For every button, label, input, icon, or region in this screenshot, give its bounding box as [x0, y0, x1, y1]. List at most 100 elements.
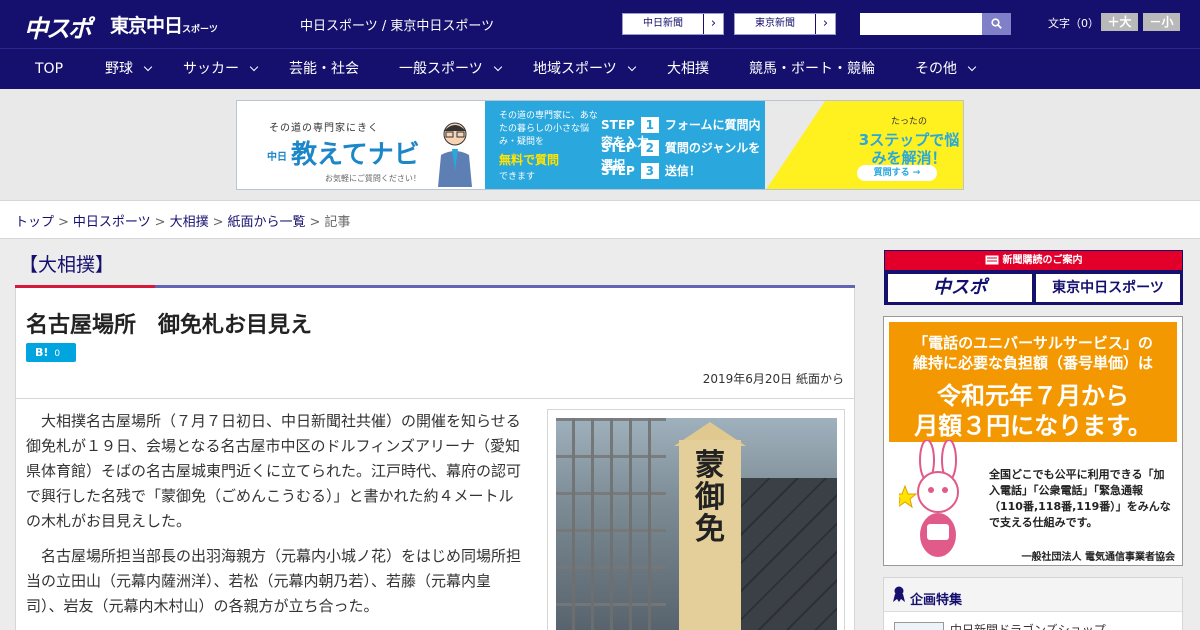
subscription-header: 新聞購読のご案内: [885, 251, 1182, 270]
chevron-down-icon: [627, 62, 636, 72]
banner-middle-panel: その道の専門家に、あなたの暮らしの小さな悩み・疑問を 無料で質問できます STE…: [485, 101, 765, 189]
search-input[interactable]: [860, 13, 982, 35]
search-button[interactable]: [982, 13, 1011, 35]
ad-inner: 「電話のユニバーサルサービス」の 維持に必要な負担額（番号単価）は 令和元年７月…: [889, 322, 1177, 563]
banner-left-panel: その道の専門家にきく 中日 教えてナビ お気軽にご質問ください！: [237, 101, 485, 189]
hatena-count: 0: [54, 349, 61, 359]
photo-scaffold: [556, 418, 666, 630]
ribbon-icon: [893, 586, 905, 602]
banner-three-text: 3ステップで悩みを解消！: [858, 131, 960, 167]
banner-ask-button[interactable]: 質問する →: [857, 165, 937, 181]
chunichi-link-label: 中日新聞: [643, 18, 683, 29]
article-photo-frame: 蒙御免: [547, 409, 845, 630]
article-title: 名古屋場所 御免札お目見え: [26, 313, 313, 338]
step-text: 送信！: [664, 164, 701, 178]
subscription-header-label: 新聞購読のご案内: [1002, 255, 1083, 266]
hatena-icon: B!: [35, 346, 49, 359]
oshiete-navi-banner[interactable]: その道の専門家にきく 中日 教えてナビ お気軽にご質問ください！ その道の専門家に…: [236, 100, 964, 190]
banner-description: その道の専門家に、あなたの暮らしの小さな悩み・疑問を: [499, 111, 598, 147]
font-smaller-button[interactable]: －小: [1143, 13, 1180, 31]
chevron-down-icon: [493, 62, 502, 72]
nav-item-general-sports[interactable]: 一般スポーツ: [399, 49, 502, 90]
banner-free-suffix: できます: [499, 172, 536, 182]
article-body: 大相撲名古屋場所（７月７日初日、中日新聞社共催）の開催を知らせる御免札が１９日、…: [15, 398, 855, 630]
breadcrumb-top[interactable]: トップ: [15, 215, 54, 230]
nav-label: 競馬・ボート・競輪: [749, 61, 875, 77]
nav-item-local-sports[interactable]: 地域スポーツ: [533, 49, 636, 90]
banner-brand-prefix: 中日: [267, 152, 287, 163]
banner-brand-name: 教えてナビ: [291, 140, 420, 170]
subscribe-tokyo-button[interactable]: 東京中日スポーツ: [1036, 274, 1180, 302]
breadcrumb: トップ > 中日スポーツ > 大相撲 > 紙面から一覧 > 記事: [0, 200, 1200, 239]
nav-item-racing[interactable]: 競馬・ボート・競輪: [749, 49, 875, 90]
newspaper-icon: [985, 255, 998, 265]
article-header: 名古屋場所 御免札お目見え B! 0 2019年6月20日 紙面から: [15, 288, 855, 399]
nav-label: 芸能・社会: [289, 61, 359, 77]
subscription-box: 新聞購読のご案内 中スポ 東京中日スポーツ: [884, 250, 1183, 305]
banner-zone: その道の専門家にきく 中日 教えてナビ お気軽にご質問ください！ その道の専門家に…: [0, 89, 1200, 200]
nav-item-soccer[interactable]: サッカー: [183, 49, 259, 90]
rabbit-mascot-icon: [899, 440, 959, 557]
step-number: 2: [640, 140, 659, 156]
ad-headline-panel: 「電話のユニバーサルサービス」の 維持に必要な負担額（番号単価）は 令和元年７月…: [889, 322, 1177, 442]
banner-free-label: 無料で質問: [499, 153, 560, 167]
banner-tagline: その道の専門家にきく: [269, 123, 379, 134]
feature-title: 企画特集: [910, 593, 963, 608]
banner-brand: 中日 教えてナビ: [267, 134, 420, 171]
breadcrumb-sep: >: [154, 215, 166, 230]
tokyo-shimbun-link[interactable]: 東京新聞 ›: [734, 13, 836, 35]
ad-description: 全国どこでも公平に利用できる「加入電話」「公衆電話」「緊急通報（110番,118…: [989, 468, 1171, 529]
chunichi-shimbun-link[interactable]: 中日新聞 ›: [622, 13, 724, 35]
universal-service-ad[interactable]: 「電話のユニバーサルサービス」の 維持に必要な負担額（番号単価）は 令和元年７月…: [883, 316, 1183, 566]
nav-label: 大相撲: [667, 61, 709, 77]
font-larger-button[interactable]: ＋大: [1101, 13, 1138, 31]
feature-box: 企画特集 中日新聞ドラゴンズショップ: [883, 577, 1183, 630]
nav-item-baseball[interactable]: 野球: [105, 49, 153, 90]
font-size-label: 文字（0）: [1048, 17, 1099, 30]
article-paragraph: 大相撲名古屋場所（７月７日初日、中日新聞社共催）の開催を知らせる御免札が１９日、…: [26, 412, 522, 530]
ad-line-2: 維持に必要な負担額（番号単価）は: [912, 354, 1153, 372]
nav-item-top[interactable]: TOP: [35, 49, 63, 90]
feature-item-link[interactable]: 中日新聞ドラゴンズショップ: [950, 621, 1106, 630]
nav-label: 野球: [105, 61, 133, 77]
breadcrumb-sep: >: [58, 215, 69, 230]
step-label: STEP: [601, 164, 635, 178]
breadcrumb-current: 記事: [324, 215, 351, 230]
businessman-icon: [438, 122, 472, 187]
subscribe-chuspo-button[interactable]: 中スポ: [888, 274, 1032, 302]
tokyo-chunichi-logo[interactable]: 東京中日スポーツ: [110, 11, 218, 38]
tokyo-logo-text: 東京中日: [110, 15, 183, 37]
nav-item-entertainment[interactable]: 芸能・社会: [289, 49, 359, 90]
ad-line-1: 「電話のユニバーサルサービス」の: [913, 334, 1153, 352]
tokyo-logo-suffix: スポーツ: [182, 25, 218, 35]
nav-item-other[interactable]: その他: [915, 49, 977, 90]
breadcrumb-chunichi-sports[interactable]: 中日スポーツ: [73, 215, 151, 230]
step-number: 1: [640, 117, 659, 133]
nav-label: 一般スポーツ: [399, 61, 483, 77]
tokyo-link-label: 東京新聞: [755, 18, 795, 29]
banner-three-steps: たったの 3ステップで悩みを解消！: [857, 113, 961, 167]
feature-thumbnail[interactable]: [894, 622, 944, 630]
article-photo[interactable]: 蒙御免: [556, 418, 837, 630]
ad-line-4: 月額３円になります。: [914, 412, 1152, 440]
nav-label: サッカー: [183, 61, 239, 77]
article-paragraph: 名古屋場所担当部長の出羽海親方（元幕内小城ノ花）をはじめ同場所担当の立田山（元幕…: [26, 547, 522, 615]
nav-label: 地域スポーツ: [533, 61, 617, 77]
nav-label: その他: [915, 61, 957, 77]
top-header: 中スポ 東京中日スポーツ 中日スポーツ / 東京中日スポーツ 中日新聞 › 東京…: [0, 0, 1200, 48]
step-label: STEP: [601, 118, 635, 132]
chevron-down-icon: [967, 62, 977, 72]
breadcrumb-sumo[interactable]: 大相撲: [170, 215, 209, 230]
breadcrumb-paper-list[interactable]: 紙面から一覧: [228, 215, 306, 230]
category-title: 【大相撲】: [19, 254, 115, 276]
main-content: 【大相撲】 名古屋場所 御免札お目見え B! 0 2019年6月20日 紙面から …: [15, 240, 855, 630]
chuspo-logo[interactable]: 中スポ: [24, 9, 92, 44]
nav-label: TOP: [35, 61, 64, 77]
nav-item-sumo[interactable]: 大相撲: [667, 49, 709, 90]
banner-three-small: たったの: [890, 117, 927, 127]
step-number: 3: [640, 163, 659, 179]
search-icon: [991, 18, 1002, 29]
chevron-down-icon: [143, 62, 153, 72]
chevron-right-icon: ›: [703, 14, 723, 34]
hatena-bookmark-button[interactable]: B! 0: [26, 343, 76, 362]
